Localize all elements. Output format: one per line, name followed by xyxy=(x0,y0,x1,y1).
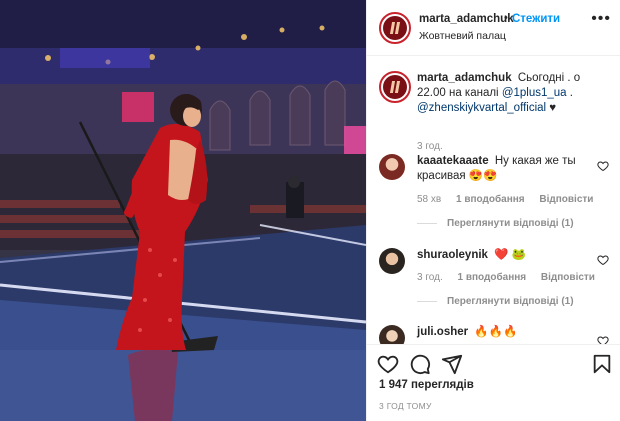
comment-time[interactable]: 3 год. xyxy=(417,272,443,283)
author-username[interactable]: marta_adamchuk xyxy=(419,13,514,25)
commenter-avatar[interactable] xyxy=(379,325,405,344)
view-replies-label: Переглянути відповіді (1) xyxy=(447,296,574,307)
bookmark-icon[interactable] xyxy=(591,353,613,375)
view-replies-button[interactable]: Переглянути відповіді (1) xyxy=(417,296,574,307)
comment-username[interactable]: juli.osher xyxy=(417,326,468,338)
comment-item: kaaatekaaate Ну какая же ты красивая 😍😍 … xyxy=(379,154,611,234)
mention-zhenskiykvartal[interactable]: @zhenskiykvartal_official xyxy=(417,102,546,114)
comment-meta: 3 год. 1 вподобання Відповісти xyxy=(417,272,607,283)
commenter-avatar[interactable] xyxy=(379,248,405,274)
comment-time[interactable]: 58 хв xyxy=(417,194,441,205)
caption: marta_adamchuk Сьогодні . о 22.00 на кан… xyxy=(379,71,611,152)
caption-meta: 3 год. xyxy=(417,141,455,152)
comment-body: ❤️ 🐸 xyxy=(494,249,526,261)
like-heart-icon[interactable] xyxy=(377,353,399,375)
comments-list[interactable]: marta_adamchuk Сьогодні . о 22.00 на кан… xyxy=(367,57,620,344)
post-header: marta_adamchuk • Стежити Жовтневий палац… xyxy=(367,0,620,56)
comment-meta: 58 хв 1 вподобання Відповісти xyxy=(417,194,605,205)
view-replies-button[interactable]: Переглянути відповіді (1) xyxy=(417,218,574,229)
view-replies-label: Переглянути відповіді (1) xyxy=(447,218,574,229)
post-photo[interactable] xyxy=(0,0,366,421)
mention-1plus1[interactable]: @1plus1_ua xyxy=(502,87,567,99)
stage-scene-image xyxy=(0,0,366,421)
comment-text: kaaatekaaate Ну какая же ты красивая 😍😍 xyxy=(417,154,587,184)
header-separator: • xyxy=(504,12,508,24)
heart-outline-icon[interactable] xyxy=(597,335,609,344)
caption-avatar[interactable] xyxy=(379,71,411,103)
comment-text: shuraoleynik ❤️ 🐸 xyxy=(417,248,587,263)
comment-text: juli.osher 🔥🔥🔥 xyxy=(417,325,587,340)
comment-username[interactable]: kaaatekaaate xyxy=(417,155,489,167)
caption-heart: ♥ xyxy=(549,102,557,114)
caption-punct: . xyxy=(569,87,573,99)
follow-button[interactable]: Стежити xyxy=(512,13,560,25)
caption-username[interactable]: marta_adamchuk xyxy=(417,72,512,84)
comment-likes[interactable]: 1 вподобання xyxy=(456,194,525,205)
heart-outline-icon[interactable] xyxy=(597,254,609,266)
views-count[interactable]: 1 947 переглядів xyxy=(379,379,474,391)
commenter-avatar[interactable] xyxy=(379,154,405,180)
comment-username[interactable]: shuraoleynik xyxy=(417,249,488,261)
post-location[interactable]: Жовтневий палац xyxy=(419,30,506,42)
reply-button[interactable]: Відповісти xyxy=(539,194,593,205)
heart-outline-icon[interactable] xyxy=(597,160,609,172)
comment-item: juli.osher 🔥🔥🔥 xyxy=(379,325,611,344)
posted-time[interactable]: 3 ГОД ТОМУ xyxy=(379,401,432,411)
post-side-panel: marta_adamchuk • Стежити Жовтневий палац… xyxy=(366,0,620,421)
reply-button[interactable]: Відповісти xyxy=(541,272,595,283)
comment-item: shuraoleynik ❤️ 🐸 3 год. 1 вподобання Ві… xyxy=(379,248,611,328)
comment-likes[interactable]: 1 вподобання xyxy=(458,272,527,283)
author-avatar[interactable] xyxy=(379,12,411,44)
comment-body: 🔥🔥🔥 xyxy=(474,326,518,338)
share-paper-plane-icon[interactable] xyxy=(441,353,463,375)
post-actions: 1 947 переглядів 3 ГОД ТОМУ xyxy=(367,344,620,421)
comment-bubble-icon[interactable] xyxy=(409,353,431,375)
more-dots-icon[interactable]: ••• xyxy=(591,10,611,28)
caption-text: marta_adamchuk Сьогодні . о 22.00 на кан… xyxy=(417,71,595,116)
caption-time[interactable]: 3 год. xyxy=(417,141,443,152)
